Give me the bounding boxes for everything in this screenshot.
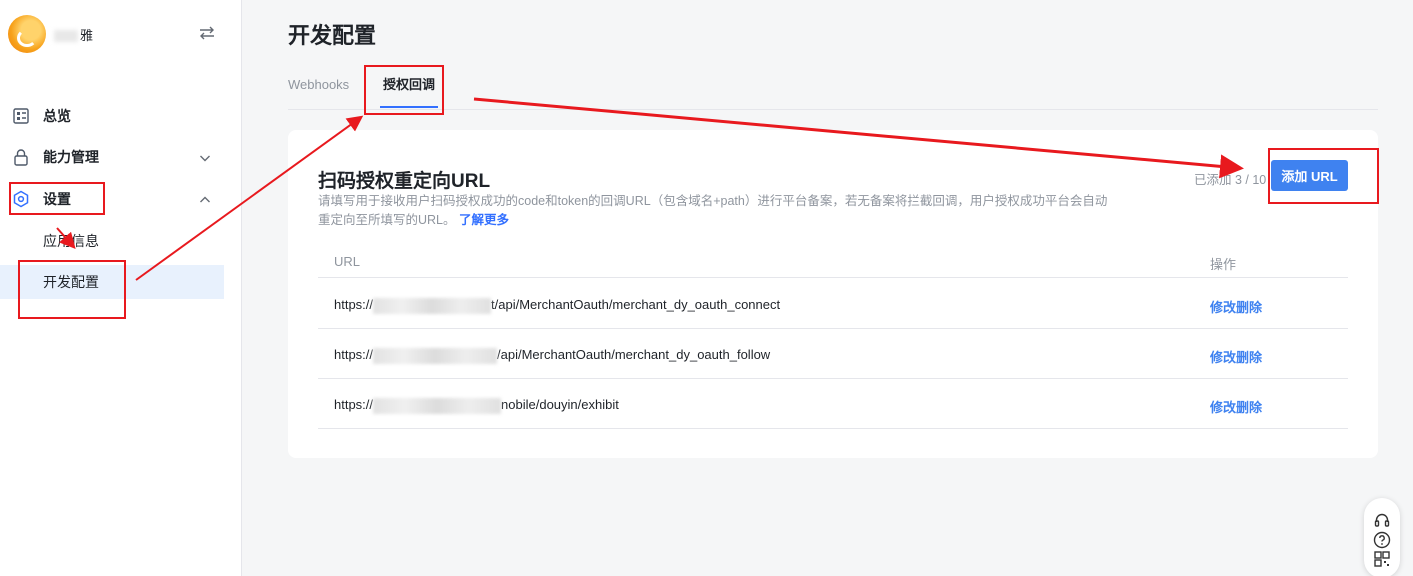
qrcode-icon[interactable]	[1373, 550, 1391, 568]
sidebar-item-label: 能力管理	[43, 149, 99, 165]
sidebar-item-capability[interactable]: 能力管理	[0, 139, 242, 175]
floating-help-bar	[1364, 498, 1400, 576]
table-row: https://nobile/douyin/exhibit 修改删除	[318, 379, 1348, 429]
dashboard-icon	[12, 107, 30, 125]
card-description: 请填写用于接收用户扫码授权成功的code和token的回调URL（包含域名+pa…	[318, 192, 1108, 230]
annotation-box-dev-config	[18, 260, 126, 319]
annotation-box-add-url	[1268, 148, 1379, 204]
column-url: URL	[334, 254, 361, 269]
callback-url-card: 扫码授权重定向URL 请填写用于接收用户扫码授权成功的code和token的回调…	[288, 130, 1378, 458]
app-logo	[8, 15, 46, 53]
annotation-box-auth-tab	[364, 65, 444, 115]
table-row: https://t/api/MerchantOauth/merchant_dy_…	[318, 279, 1348, 329]
chevron-down-icon	[199, 151, 211, 163]
url-cell: https://t/api/MerchantOauth/merchant_dy_…	[334, 297, 781, 314]
edit-delete-action[interactable]: 修改删除	[1210, 347, 1262, 366]
brand-name: 雅	[54, 25, 93, 44]
table-row: https:///api/MerchantOauth/merchant_dy_o…	[318, 329, 1348, 379]
tab-bar: Webhooks 授权回调	[288, 64, 1378, 110]
url-cell: https:///api/MerchantOauth/merchant_dy_o…	[334, 347, 771, 364]
url-count: 已添加 3 / 10	[1194, 173, 1267, 187]
learn-more-link[interactable]: 了解更多	[459, 213, 509, 227]
table-header: URL 操作	[318, 244, 1348, 278]
annotation-box-settings	[9, 182, 105, 215]
sidebar-item-overview[interactable]: 总览	[0, 98, 242, 134]
edit-delete-action[interactable]: 修改删除	[1210, 397, 1262, 416]
tab-webhooks[interactable]: Webhooks	[288, 64, 349, 110]
sidebar-item-label: 总览	[43, 108, 71, 124]
edit-delete-action[interactable]: 修改删除	[1210, 297, 1262, 316]
page-title: 开发配置	[288, 23, 377, 48]
sidebar-subitem-app-info[interactable]: 应用信息	[0, 224, 224, 258]
switch-arrows-icon[interactable]	[198, 25, 216, 41]
headset-icon[interactable]	[1373, 512, 1391, 530]
brand[interactable]: 雅	[8, 14, 228, 54]
help-icon[interactable]	[1373, 531, 1391, 549]
lock-icon	[12, 148, 30, 166]
column-action: 操作	[1210, 257, 1237, 272]
chevron-up-icon	[199, 193, 211, 205]
sidebar-subitem-label: 应用信息	[43, 233, 99, 249]
description-text: 请填写用于接收用户扫码授权成功的code和token的回调URL（包含域名+pa…	[318, 194, 1108, 227]
card-title: 扫码授权重定向URL	[318, 171, 491, 192]
url-cell: https://nobile/douyin/exhibit	[334, 397, 619, 414]
